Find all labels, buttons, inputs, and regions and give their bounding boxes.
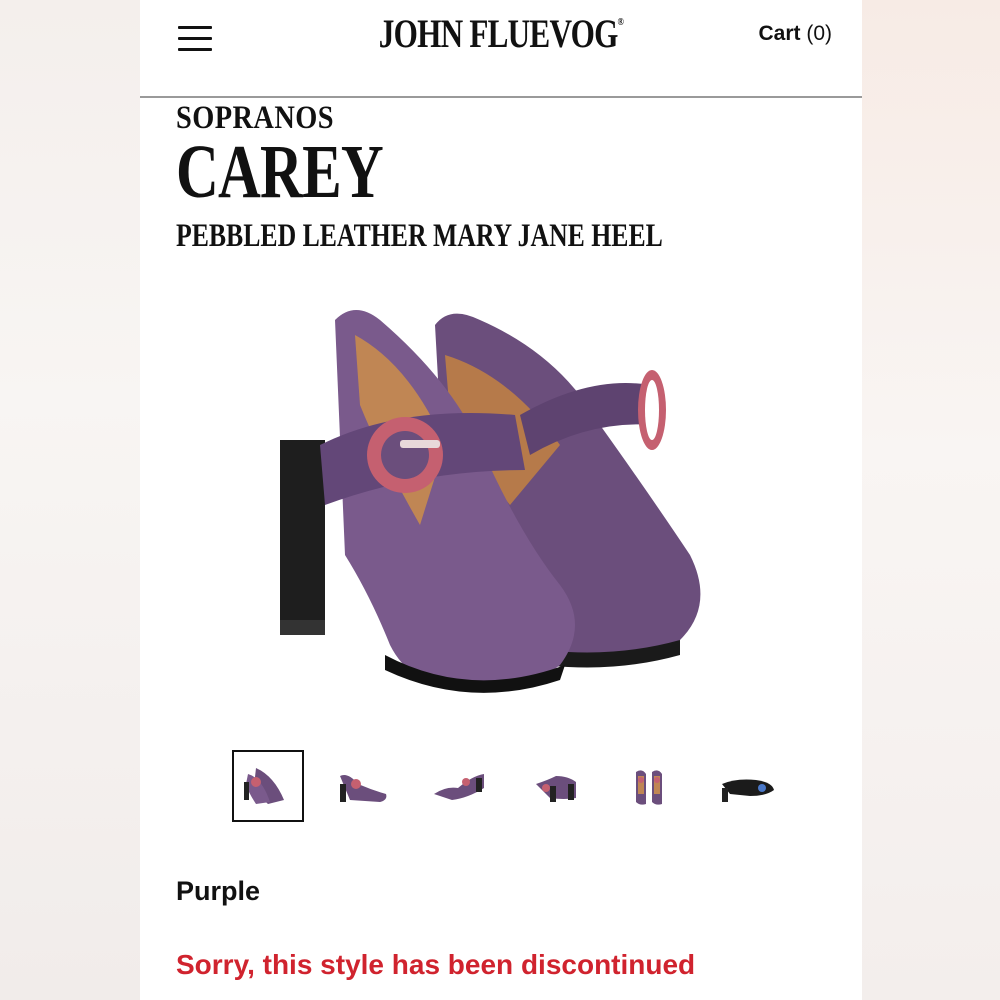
product-main-image[interactable]: [260, 295, 760, 715]
thumbnail-strip: [232, 750, 792, 824]
thumbnail-6[interactable]: [712, 750, 784, 822]
cart-label: Cart: [758, 22, 801, 45]
hamburger-menu-icon[interactable]: [178, 26, 212, 52]
background-right: [862, 0, 1000, 1000]
mobile-page: JOHN FLUEVOG® Cart (0) SOPRANOS CAREY PE…: [140, 0, 862, 1000]
discontinued-message: Sorry, this style has been discontinued: [176, 949, 696, 980]
thumbnail-1[interactable]: [232, 750, 304, 822]
thumbnail-3[interactable]: [424, 750, 496, 822]
thumbnail-5[interactable]: [616, 750, 688, 822]
thumbnail-2[interactable]: [328, 750, 400, 822]
site-header: JOHN FLUEVOG® Cart (0): [140, 0, 862, 98]
brand-logo[interactable]: JOHN FLUEVOG®: [219, 10, 782, 57]
color-name: Purple: [176, 876, 261, 906]
product-title: CAREY: [176, 130, 384, 214]
cart-link[interactable]: Cart (0): [758, 22, 832, 46]
background-left: [0, 0, 140, 1000]
cart-count: (0): [806, 22, 832, 45]
product-subtitle: PEBBLED LEATHER MARY JANE HEEL: [176, 218, 663, 254]
thumbnail-4[interactable]: [520, 750, 592, 822]
